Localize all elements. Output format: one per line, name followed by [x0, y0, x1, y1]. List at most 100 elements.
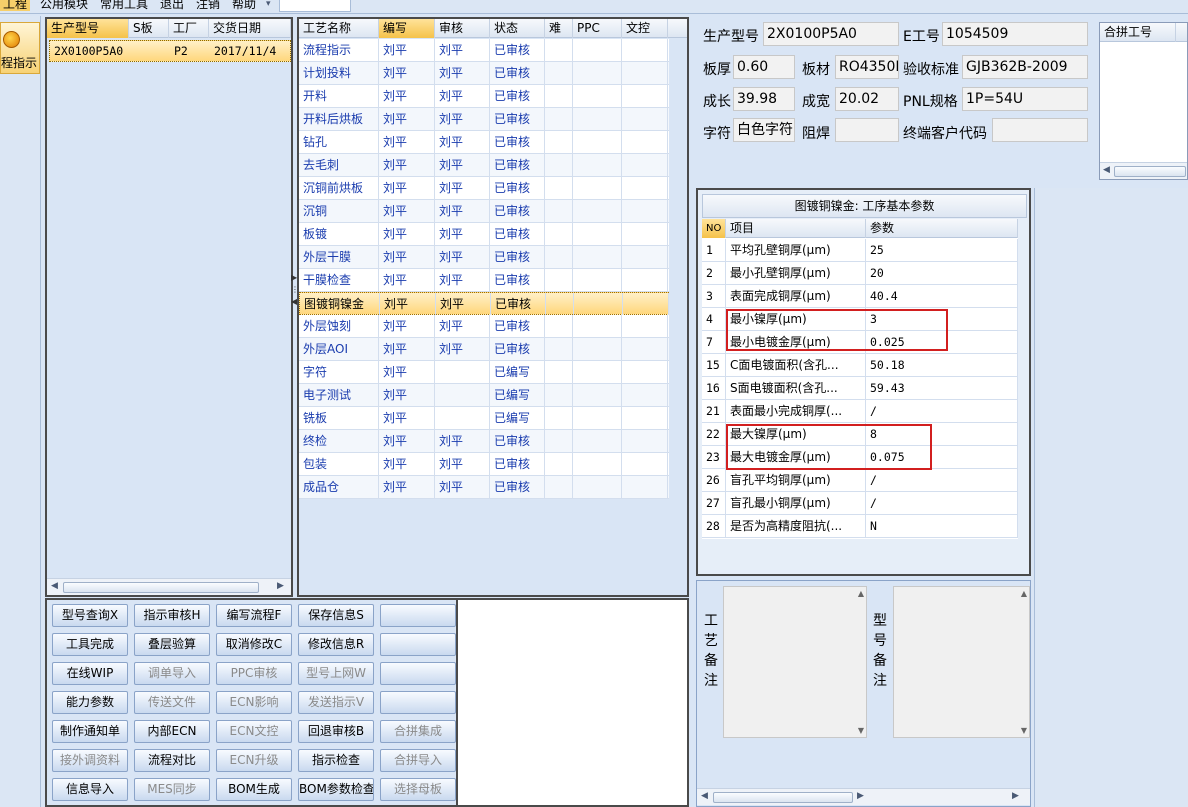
eno-field[interactable]: 1054509 — [942, 22, 1088, 46]
table-row[interactable]: 2X0100P5A0 P2 2017/11/4 — [49, 40, 291, 62]
action-button-1-3[interactable]: 修改信息R — [298, 633, 374, 656]
action-button-6-1[interactable]: MES同步 — [134, 778, 210, 801]
table-row[interactable]: 1 平均孔壁铜厚(μm) 25 — [702, 239, 1018, 262]
table-row[interactable]: 板镀 刘平 刘平 已审核 — [299, 223, 669, 246]
action-button-6-2[interactable]: BOM生成 — [216, 778, 292, 801]
length-field[interactable]: 39.98 — [733, 87, 795, 111]
action-button-1-2[interactable]: 取消修改C — [216, 633, 292, 656]
col-delivery[interactable]: 交货日期 — [209, 19, 291, 38]
action-button-0-4[interactable] — [380, 604, 456, 627]
table-row[interactable]: 2 最小孔壁铜厚(μm) 20 — [702, 262, 1018, 285]
scroll-up-icon[interactable]: ▲ — [858, 589, 864, 598]
col-doc-control[interactable]: 文控 — [622, 19, 668, 38]
action-button-2-4[interactable] — [380, 662, 456, 685]
action-button-1-1[interactable]: 叠层验算 — [134, 633, 210, 656]
action-button-3-4[interactable] — [380, 691, 456, 714]
table-row[interactable]: 27 盲孔最小铜厚(μm) / — [702, 492, 1018, 515]
action-button-4-4[interactable]: 合拼集成 — [380, 720, 456, 743]
merge-grid-hscrollbar[interactable]: ◀ — [1100, 162, 1187, 179]
action-button-3-2[interactable]: ECN影响 — [216, 691, 292, 714]
scroll-right-icon[interactable]: ▶ — [1012, 791, 1019, 801]
scroll-thumb[interactable] — [713, 792, 853, 803]
table-row[interactable]: 电子测试 刘平 已编写 — [299, 384, 669, 407]
product-grid-hscrollbar[interactable]: ◀ ▶ — [47, 578, 291, 595]
action-button-0-3[interactable]: 保存信息S — [298, 604, 374, 627]
table-row[interactable]: 外层干膜 刘平 刘平 已审核 — [299, 246, 669, 269]
thickness-field[interactable]: 0.60 — [733, 55, 795, 79]
action-button-2-3[interactable]: 型号上网W — [298, 662, 374, 685]
scroll-right-icon[interactable]: ▶ — [857, 791, 864, 801]
model-remark-textarea[interactable]: ▲ ▼ — [893, 586, 1030, 738]
table-row[interactable]: 外层AOI 刘平 刘平 已审核 — [299, 338, 669, 361]
action-button-5-2[interactable]: ECN升级 — [216, 749, 292, 772]
action-button-3-0[interactable]: 能力参数 — [52, 691, 128, 714]
col-item[interactable]: 项目 — [726, 219, 866, 238]
table-row[interactable]: 3 表面完成铜厚(μm) 40.4 — [702, 285, 1018, 308]
menu-item-exit[interactable]: 退出 — [160, 0, 184, 11]
action-button-5-4[interactable]: 合拼导入 — [380, 749, 456, 772]
action-button-0-1[interactable]: 指示审核H — [134, 604, 210, 627]
table-row[interactable]: 钻孔 刘平 刘平 已审核 — [299, 131, 669, 154]
action-button-1-4[interactable] — [380, 633, 456, 656]
width-field[interactable]: 20.02 — [835, 87, 899, 111]
process-remark-textarea[interactable]: ▲ ▼ — [723, 586, 867, 738]
remarks-hscrollbar[interactable]: ◀ ▶ ▶ — [697, 788, 1030, 805]
col-value[interactable]: 参数 — [866, 219, 1018, 238]
col-difficulty[interactable]: 难 — [545, 19, 573, 38]
action-button-4-1[interactable]: 内部ECN — [134, 720, 210, 743]
mask-field[interactable] — [835, 118, 899, 142]
action-button-3-3[interactable]: 发送指示V — [298, 691, 374, 714]
action-button-2-1[interactable]: 调单导入 — [134, 662, 210, 685]
col-sboard[interactable]: S板 — [129, 19, 169, 38]
table-row[interactable]: 开料后烘板 刘平 刘平 已审核 — [299, 108, 669, 131]
col-factory[interactable]: 工厂 — [169, 19, 209, 38]
action-button-4-0[interactable]: 制作通知单 — [52, 720, 128, 743]
table-row[interactable]: 终检 刘平 刘平 已审核 — [299, 430, 669, 453]
table-row[interactable]: 沉铜前烘板 刘平 刘平 已审核 — [299, 177, 669, 200]
action-button-6-0[interactable]: 信息导入 — [52, 778, 128, 801]
menu-item-tools[interactable]: 常用工具 — [100, 0, 148, 11]
table-row[interactable]: 16 S面电镀面积(含孔... 59.43 — [702, 377, 1018, 400]
scroll-up-icon[interactable]: ▲ — [1021, 589, 1027, 598]
action-button-6-3[interactable]: BOM参数检查 — [298, 778, 374, 801]
action-button-0-0[interactable]: 型号查询X — [52, 604, 128, 627]
table-row[interactable]: 21 表面最小完成铜厚(... / — [702, 400, 1018, 423]
table-row[interactable]: 计划投料 刘平 刘平 已审核 — [299, 62, 669, 85]
table-row[interactable]: 铣板 刘平 已编写 — [299, 407, 669, 430]
menu-item-project[interactable]: 工程 — [0, 0, 31, 11]
action-button-4-3[interactable]: 回退审核B — [298, 720, 374, 743]
table-row[interactable]: 图镀铜镍金 刘平 刘平 已审核 — [299, 292, 669, 315]
menu-item-help[interactable]: 帮助 — [232, 0, 256, 11]
action-button-0-2[interactable]: 编写流程F — [216, 604, 292, 627]
action-button-5-3[interactable]: 指示检查 — [298, 749, 374, 772]
scroll-left-icon[interactable]: ◀ — [51, 581, 58, 591]
action-button-1-0[interactable]: 工具完成 — [52, 633, 128, 656]
action-button-5-0[interactable]: 接外调资料 — [52, 749, 128, 772]
table-row[interactable]: 开料 刘平 刘平 已审核 — [299, 85, 669, 108]
scroll-left-icon[interactable]: ◀ — [701, 791, 708, 801]
col-merge-no[interactable]: 合拼工号 — [1100, 23, 1176, 42]
action-button-4-2[interactable]: ECN文控 — [216, 720, 292, 743]
customer-field[interactable] — [992, 118, 1088, 142]
table-row[interactable]: 15 C面电镀面积(含孔... 50.18 — [702, 354, 1018, 377]
help-dropdown-arrow-icon[interactable]: ▾ — [266, 0, 271, 11]
col-reviewer[interactable]: 审核 — [435, 19, 490, 38]
scroll-left-icon[interactable]: ◀ — [1103, 165, 1110, 175]
col-no[interactable]: NO — [702, 219, 726, 238]
nav-button-process-instruction[interactable]: 程指示 — [0, 22, 40, 74]
menu-item-common-modules[interactable]: 公用模块 — [40, 0, 88, 11]
scroll-right-icon[interactable]: ▶ — [277, 581, 284, 591]
scroll-down-icon[interactable]: ▼ — [1021, 726, 1027, 735]
scroll-thumb[interactable] — [63, 582, 259, 593]
material-field[interactable]: RO4350B — [835, 55, 899, 79]
action-button-2-2[interactable]: PPC审核 — [216, 662, 292, 685]
table-row[interactable]: 28 是否为高精度阻抗(... N — [702, 515, 1018, 538]
action-button-3-1[interactable]: 传送文件 — [134, 691, 210, 714]
standard-field[interactable]: GJB362B-2009 — [962, 55, 1088, 79]
col-ppc[interactable]: PPC — [573, 19, 622, 38]
col-process-name[interactable]: 工艺名称 — [299, 19, 379, 38]
col-writer[interactable]: 编写 — [379, 19, 435, 38]
table-row[interactable]: 流程指示 刘平 刘平 已审核 — [299, 39, 669, 62]
menu-item-logout[interactable]: 注销 — [196, 0, 220, 11]
scroll-down-icon[interactable]: ▼ — [858, 726, 864, 735]
